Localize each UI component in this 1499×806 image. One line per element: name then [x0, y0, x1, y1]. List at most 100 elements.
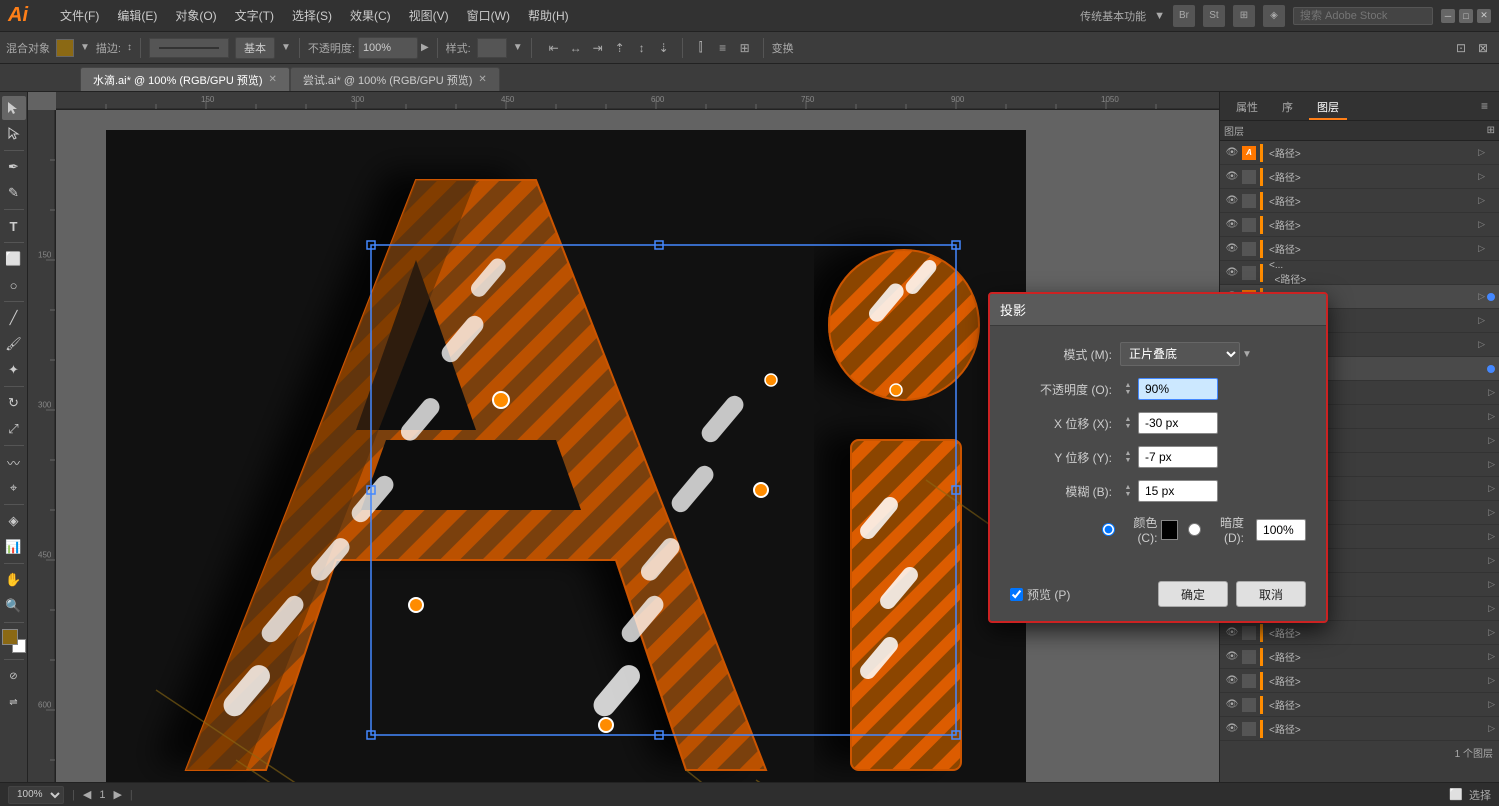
pen-tool[interactable]: ✒: [2, 155, 26, 179]
layer-vis-24[interactable]: 👁: [1224, 721, 1240, 737]
brush-tool[interactable]: 🖌: [2, 332, 26, 356]
layer-expand-15[interactable]: ▷: [1488, 507, 1495, 518]
menu-edit[interactable]: 编辑(E): [109, 3, 165, 28]
properties-tab[interactable]: 属性: [1228, 96, 1266, 120]
stroke-preview[interactable]: [149, 38, 229, 58]
blur-input[interactable]: [1138, 480, 1218, 502]
page-nav-next[interactable]: ▶: [113, 788, 121, 801]
stroke-arrow[interactable]: ↕: [127, 42, 132, 53]
darkness-radio[interactable]: [1188, 523, 1201, 536]
zoom-select[interactable]: 100% 50% 200%: [8, 786, 64, 804]
close-button[interactable]: ✕: [1477, 9, 1491, 23]
layers-tab[interactable]: 图层: [1309, 96, 1347, 120]
layer-expand-2[interactable]: ▷: [1478, 195, 1485, 206]
layout-icon[interactable]: ⊞: [1233, 5, 1255, 27]
stroke-type-btn[interactable]: 基本: [235, 37, 275, 59]
opacity-dialog-input[interactable]: [1138, 378, 1218, 400]
align-top-icon[interactable]: ⇡: [610, 38, 630, 58]
layer-expand-21[interactable]: ▷: [1488, 651, 1495, 662]
transform-icon-2[interactable]: ⊠: [1473, 38, 1493, 58]
blob-brush-tool[interactable]: ✦: [2, 358, 26, 382]
preview-checkbox[interactable]: [1010, 588, 1023, 601]
align-bottom-icon[interactable]: ⇣: [654, 38, 674, 58]
column-graph-tool[interactable]: 📊: [2, 535, 26, 559]
dist-h-icon[interactable]: ⫿: [691, 38, 711, 58]
confirm-button[interactable]: 确定: [1158, 581, 1228, 607]
swap-colors-btn[interactable]: ⇌: [2, 690, 26, 714]
menu-window[interactable]: 窗口(W): [459, 3, 518, 28]
layer-vis-3[interactable]: 👁: [1224, 217, 1240, 233]
stroke-type-arrow[interactable]: ▼: [281, 42, 291, 53]
tab-1-close[interactable]: ✕: [268, 74, 276, 85]
layer-expand-17[interactable]: ▷: [1488, 555, 1495, 566]
scale-tool[interactable]: ⤢: [2, 417, 26, 441]
tab-2[interactable]: 尝试.ai* @ 100% (RGB/GPU 预览) ✕: [290, 67, 500, 91]
darkness-input[interactable]: [1256, 519, 1306, 541]
align-center-icon[interactable]: ↔: [566, 38, 586, 58]
menu-select[interactable]: 选择(S): [284, 3, 340, 28]
align-right-icon[interactable]: ⇥: [588, 38, 608, 58]
text-tool[interactable]: T: [2, 214, 26, 238]
ellipse-tool[interactable]: ○: [2, 273, 26, 297]
y-spinner[interactable]: ▲ ▼: [1120, 446, 1136, 468]
layer-expand-8[interactable]: ▷: [1478, 339, 1485, 350]
free-transform-tool[interactable]: ⌖: [2, 476, 26, 500]
cancel-button[interactable]: 取消: [1236, 581, 1306, 607]
menu-view[interactable]: 视图(V): [401, 3, 457, 28]
page-nav-prev[interactable]: ◀: [83, 788, 91, 801]
layer-row-22[interactable]: 👁 <路径> ▷: [1220, 669, 1499, 693]
layer-expand-1[interactable]: ▷: [1478, 171, 1485, 182]
libraries-tab[interactable]: 序: [1274, 96, 1301, 120]
mode-arrow[interactable]: ▼: [1242, 349, 1252, 360]
layer-expand-23[interactable]: ▷: [1488, 699, 1495, 710]
layer-row-23[interactable]: 👁 <路径> ▷: [1220, 693, 1499, 717]
opacity-spinner[interactable]: ▲ ▼: [1120, 378, 1136, 400]
rotate-tool[interactable]: ↻: [2, 391, 26, 415]
rect-tool[interactable]: ⬜: [2, 247, 26, 271]
layers-options-icon[interactable]: ⊞: [1487, 125, 1495, 136]
layer-row-3[interactable]: 👁 <路径> ▷: [1220, 213, 1499, 237]
layer-expand-12[interactable]: ▷: [1488, 435, 1495, 446]
layer-expand-20[interactable]: ▷: [1488, 627, 1495, 638]
tab-2-close[interactable]: ✕: [478, 74, 486, 85]
y-offset-input[interactable]: [1138, 446, 1218, 468]
hand-tool[interactable]: ✋: [2, 568, 26, 592]
layer-vis-5[interactable]: 👁: [1224, 265, 1240, 281]
align-middle-icon[interactable]: ↕: [632, 38, 652, 58]
style-arrow[interactable]: ▼: [513, 42, 523, 53]
artboard[interactable]: Ai: [106, 130, 1026, 782]
direct-select-tool[interactable]: [2, 122, 26, 146]
layer-vis-4[interactable]: 👁: [1224, 241, 1240, 257]
layer-expand-14[interactable]: ▷: [1488, 483, 1495, 494]
layer-expand-7[interactable]: ▷: [1478, 315, 1485, 326]
dist-eq-icon[interactable]: ⊞: [735, 38, 755, 58]
layer-expand-19[interactable]: ▷: [1488, 603, 1495, 614]
layer-expand-10[interactable]: ▷: [1488, 387, 1495, 398]
bridge-icon[interactable]: Br: [1173, 5, 1195, 27]
x-offset-input[interactable]: [1138, 412, 1218, 434]
layer-vis-0[interactable]: 👁: [1224, 145, 1240, 161]
layer-vis-20[interactable]: 👁: [1224, 625, 1240, 641]
search-input[interactable]: [1293, 7, 1433, 25]
symbol-tool[interactable]: ◈: [2, 509, 26, 533]
layer-row-5[interactable]: 👁 <... <路径>: [1220, 261, 1499, 285]
warp-tool[interactable]: 〰: [2, 450, 26, 474]
fill-none-btn[interactable]: ⊘: [2, 664, 26, 688]
layer-row-4[interactable]: 👁 <路径> ▷: [1220, 237, 1499, 261]
layer-expand-18[interactable]: ▷: [1488, 579, 1495, 590]
layer-row-21[interactable]: 👁 <路径> ▷: [1220, 645, 1499, 669]
minimize-button[interactable]: ─: [1441, 9, 1455, 23]
fill-color-swatch[interactable]: [56, 39, 74, 57]
blur-spinner[interactable]: ▲ ▼: [1120, 480, 1136, 502]
layer-vis-22[interactable]: 👁: [1224, 673, 1240, 689]
layer-row-0[interactable]: 👁 A <路径> ▷: [1220, 141, 1499, 165]
foreground-color-swatch[interactable]: [2, 629, 18, 645]
menu-help[interactable]: 帮助(H): [520, 3, 577, 28]
layer-expand-11[interactable]: ▷: [1488, 411, 1495, 422]
stock-icon[interactable]: St: [1203, 5, 1225, 27]
pencil-tool[interactable]: ✎: [2, 181, 26, 205]
panel-menu-button[interactable]: ≡: [1478, 96, 1491, 120]
layer-row-1[interactable]: 👁 <路径> ▷: [1220, 165, 1499, 189]
tab-1[interactable]: 水滴.ai* @ 100% (RGB/GPU 预览) ✕: [80, 67, 290, 91]
menu-effect[interactable]: 效果(C): [342, 3, 399, 28]
